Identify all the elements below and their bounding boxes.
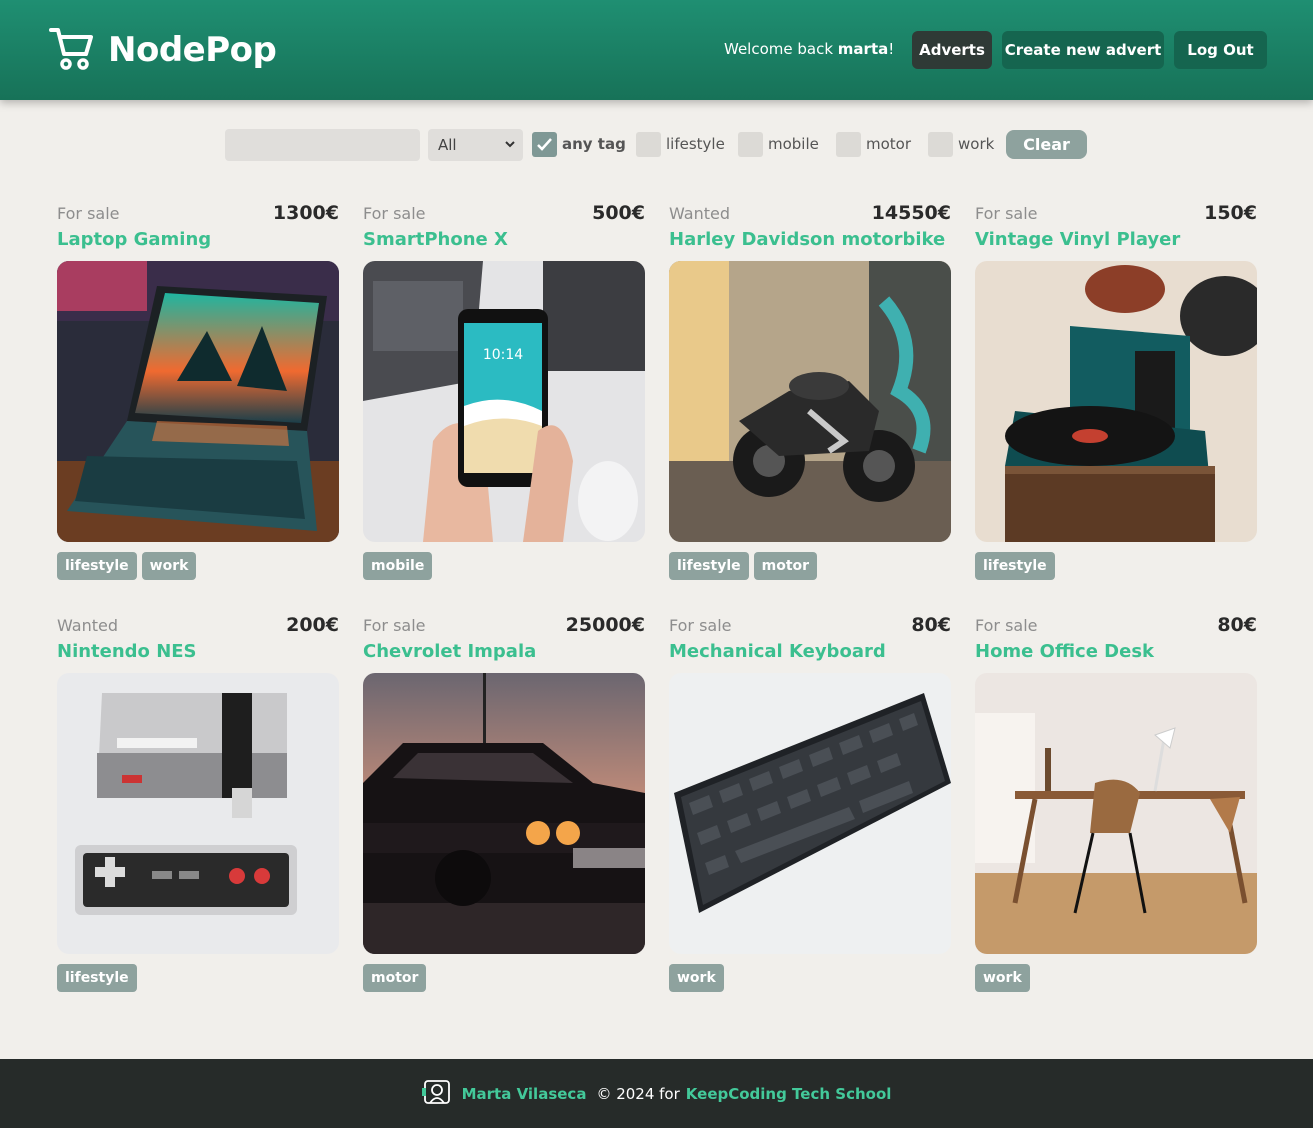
advert-photo-motorbike[interactable] [669,261,951,542]
advert-title[interactable]: Mechanical Keyboard [669,641,886,662]
advert-tags: work [975,964,1030,992]
tag-label-mobile: mobile [768,135,819,153]
sale-filter-value: All [438,136,457,154]
advert-price: 500€ [592,202,645,224]
advert-type: For sale [975,204,1038,223]
tag-checkbox-mobile[interactable] [738,132,763,157]
advert-type: For sale [669,616,732,635]
advert-type: For sale [363,204,426,223]
advert-price: 25000€ [565,614,645,636]
tag-label-motor: motor [866,135,912,153]
tag-badge: lifestyle [57,964,137,992]
welcome-suffix: ! [888,40,895,58]
author-avatar-icon [421,1078,452,1110]
author-link[interactable]: Marta Vilaseca [462,1085,587,1103]
tag-badge: work [975,964,1030,992]
clear-filters-button[interactable]: Clear [1006,130,1087,159]
advert-photo-desk[interactable] [975,673,1257,954]
school-link[interactable]: KeepCoding Tech School [686,1085,892,1103]
tag-badge: lifestyle [975,552,1055,580]
tag-label-lifestyle: lifestyle [666,135,725,153]
advert-price: 1300€ [272,202,339,224]
advert-tags: work [669,964,724,992]
welcome-message: Welcome back marta! [724,40,894,58]
search-input[interactable] [225,129,420,161]
any-tag-label: any tag [562,135,626,153]
adverts-nav-button[interactable]: Adverts [912,31,992,69]
advert-tags: mobile [363,552,433,580]
any-tag-checkbox[interactable] [532,132,557,157]
advert-title[interactable]: Home Office Desk [975,641,1154,662]
advert-type: For sale [363,616,426,635]
tag-badge: motor [363,964,427,992]
tag-badge: mobile [363,552,433,580]
advert-photo-keyboard[interactable] [669,673,951,954]
advert-photo-car[interactable] [363,673,645,954]
advert-title[interactable]: Nintendo NES [57,641,197,662]
advert-price: 14550€ [871,202,951,224]
advert-photo-laptop[interactable] [57,261,339,542]
create-advert-button[interactable]: Create new advert [1002,31,1164,69]
chevron-down-icon [503,137,517,155]
advert-type: Wanted [669,204,731,223]
advert-tags: motor [363,964,427,992]
tag-badge: motor [753,552,818,580]
copyright-text: © 2024 for [596,1084,680,1103]
advert-photo-vinyl[interactable] [975,261,1257,542]
advert-photo-nes[interactable] [57,673,339,954]
advert-price: 200€ [286,614,339,636]
advert-type: For sale [57,204,120,223]
check-icon [537,138,552,151]
tag-checkbox-lifestyle[interactable] [636,132,661,157]
shopping-cart-icon [48,24,96,76]
advert-photo-phone[interactable]: 10:14 [363,261,645,542]
sale-filter-select[interactable]: All [428,129,523,161]
app-name: NodePop [108,30,277,70]
username: marta [837,40,889,58]
advert-title[interactable]: Harley Davidson motorbike [669,229,945,250]
welcome-prefix: Welcome back [724,40,838,58]
tag-label-work: work [958,135,995,153]
advert-price: 150€ [1204,202,1257,224]
advert-title[interactable]: SmartPhone X [363,229,508,250]
advert-title[interactable]: Vintage Vinyl Player [975,229,1180,250]
advert-tags: lifestyle [975,552,1055,580]
page-footer: Marta Vilaseca © 2024 for KeepCoding Tec… [0,1059,1313,1128]
advert-title[interactable]: Chevrolet Impala [363,641,536,662]
tag-badge: work [141,552,197,580]
svg-text:10:14: 10:14 [483,347,523,363]
app-logo[interactable]: NodePop [48,24,277,76]
tag-checkbox-motor[interactable] [836,132,861,157]
advert-price: 80€ [911,614,951,636]
logout-button[interactable]: Log Out [1174,31,1267,69]
advert-title[interactable]: Laptop Gaming [57,229,211,250]
top-header: NodePop Welcome back marta! Adverts Crea… [0,0,1313,100]
advert-tags: lifestyle motor [669,552,818,580]
advert-type: Wanted [57,616,119,635]
tag-badge: work [669,964,724,992]
advert-tags: lifestyle work [57,552,197,580]
tag-badge: lifestyle [669,552,749,580]
advert-tags: lifestyle [57,964,137,992]
tag-checkbox-work[interactable] [928,132,953,157]
advert-price: 80€ [1217,614,1257,636]
tag-badge: lifestyle [57,552,137,580]
advert-type: For sale [975,616,1038,635]
